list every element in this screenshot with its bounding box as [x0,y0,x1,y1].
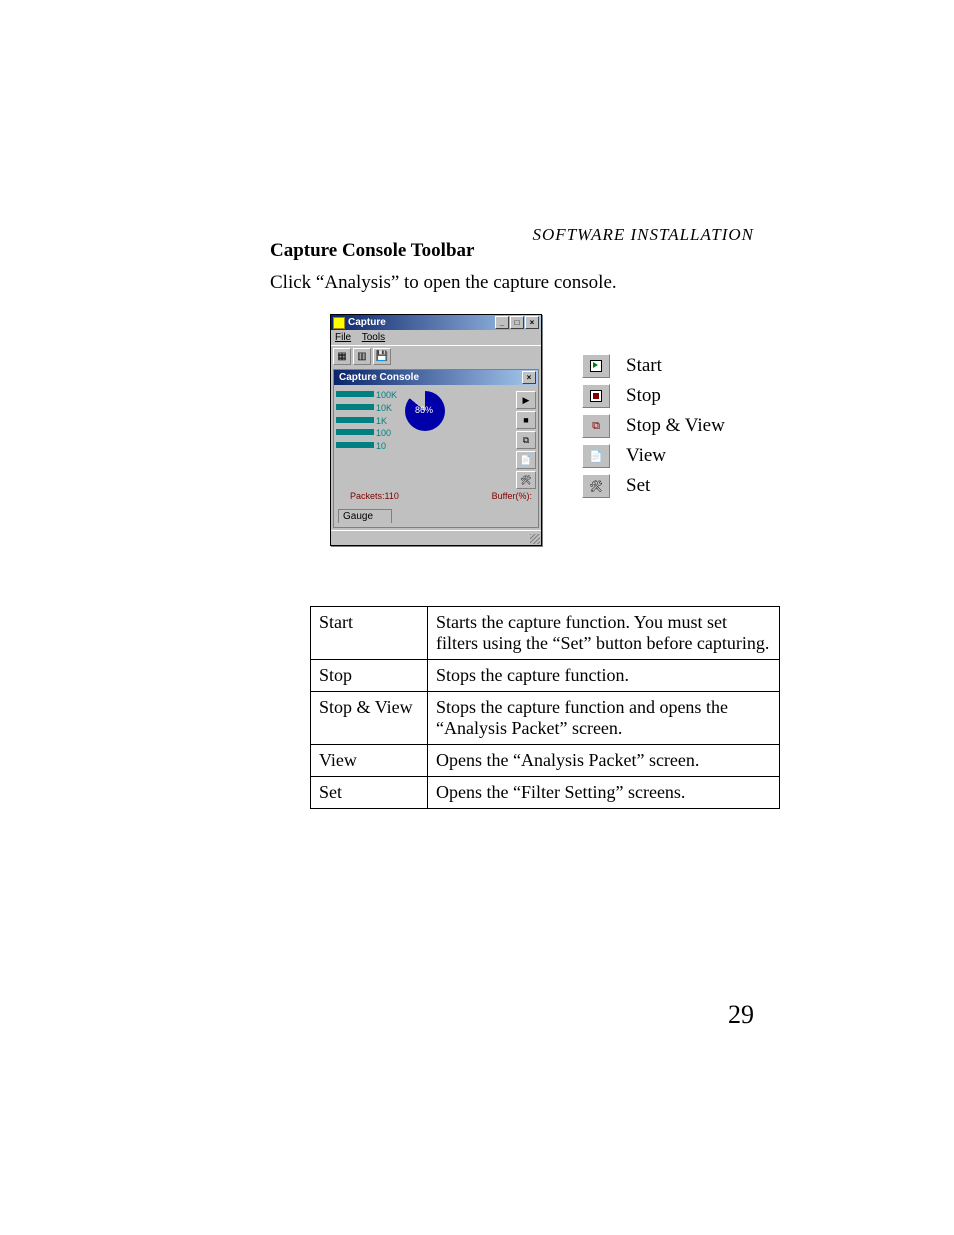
toolbar-button-3[interactable]: 💾 [373,348,391,365]
legend-stopview-label: Stop & View [626,415,725,437]
table-row: StopStops the capture function. [311,660,780,692]
gauge-bars [336,391,374,451]
cell-desc: Opens the “Filter Setting” screens. [428,777,780,809]
running-head: SOFTWARE INSTALLATION [533,225,754,245]
panel-close-button[interactable]: × [522,371,536,384]
buffer-pie: 86% [405,391,445,431]
table-row: StartStarts the capture function. You mu… [311,607,780,660]
pie-percent-label: 86% [415,405,433,415]
toolbar-legend: Start Stop ⧉ Stop & View 📄 View 🛠 Set [582,354,725,498]
cell-name: View [311,745,428,777]
description-table: StartStarts the capture function. You mu… [310,606,780,809]
table-row: SetOpens the “Filter Setting” screens. [311,777,780,809]
capture-console-panel: Capture Console × 100K 10K 1K 100 [333,369,539,528]
legend-start-icon [582,354,610,378]
intro-paragraph: Click “Analysis” to open the capture con… [270,272,834,294]
console-stopview-button[interactable]: ⧉ [516,431,536,449]
cell-desc: Starts the capture function. You must se… [428,607,780,660]
close-button[interactable]: × [525,316,539,329]
cell-desc: Stops the capture function and opens the… [428,692,780,745]
buffer-label: Buffer(%): [492,491,532,501]
legend-start-label: Start [626,355,662,377]
cell-name: Stop & View [311,692,428,745]
legend-stopview-icon: ⧉ [582,414,610,438]
legend-set-label: Set [626,475,650,497]
resize-grip-icon[interactable] [530,534,540,544]
menu-file[interactable]: File [335,332,351,343]
toolbar-button-2[interactable]: ▥ [353,348,371,365]
minimize-button[interactable]: _ [495,316,509,329]
page-number: 29 [728,1000,754,1030]
menubar: File Tools [331,330,541,345]
console-set-button[interactable]: 🛠 [516,471,536,489]
cell-desc: Opens the “Analysis Packet” screen. [428,745,780,777]
console-view-button[interactable]: 📄 [516,451,536,469]
cell-name: Set [311,777,428,809]
window-title: Capture [348,317,386,328]
console-side-toolbar: ▶ ■ ⧉ 📄 🛠 [516,391,536,489]
table-row: Stop & ViewStops the capture function an… [311,692,780,745]
table-row: ViewOpens the “Analysis Packet” screen. [311,745,780,777]
gauge-ticks: 100K 10K 1K 100 10 [376,391,397,451]
cell-desc: Stops the capture function. [428,660,780,692]
legend-stop-label: Stop [626,385,661,407]
toolbar-button-1[interactable]: ▦ [333,348,351,365]
legend-set-icon: 🛠 [582,474,610,498]
app-icon [333,317,345,329]
legend-view-icon: 📄 [582,444,610,468]
capture-window: Capture _ □ × File Tools ▦ ▥ 💾 Capture C… [330,314,542,546]
legend-stop-icon [582,384,610,408]
stats-row: Packets:110 Buffer(%): [334,491,538,505]
panel-title: Capture Console [339,372,419,383]
gauge-tab[interactable]: Gauge [338,509,392,523]
cell-name: Stop [311,660,428,692]
outer-toolbar: ▦ ▥ 💾 [331,345,541,367]
titlebar: Capture _ □ × [331,315,541,330]
menu-tools[interactable]: Tools [362,332,385,343]
statusbar [331,530,541,545]
packets-label: Packets:110 [350,491,399,501]
console-start-button[interactable]: ▶ [516,391,536,409]
maximize-button[interactable]: □ [510,316,524,329]
cell-name: Start [311,607,428,660]
legend-view-label: View [626,445,666,467]
console-stop-button[interactable]: ■ [516,411,536,429]
